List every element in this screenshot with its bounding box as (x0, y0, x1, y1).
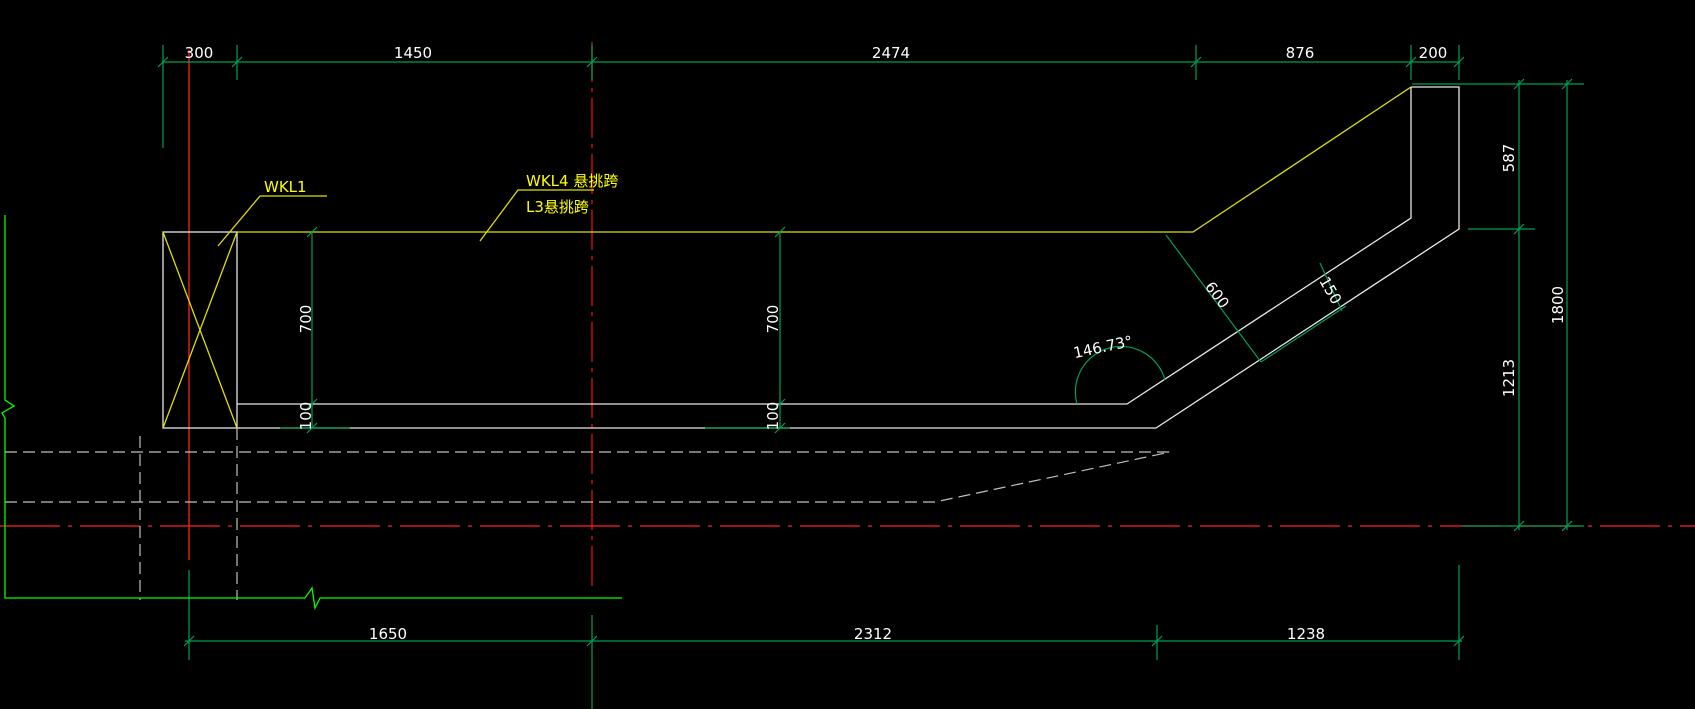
depth-text-left: 700 (297, 305, 315, 334)
beam-labels: WKL1 WKL4 悬挑跨 L3悬挑跨 (217, 172, 618, 247)
inner-depth-dimensions: 700 100 700 100 (280, 226, 790, 434)
wkl1-label: WKL1 (264, 178, 307, 196)
right-dim-1800: 1800 (1549, 286, 1567, 324)
wkl4-label: WKL4 悬挑跨 (526, 172, 618, 190)
right-dim-1213: 1213 (1500, 359, 1518, 397)
beam-outline (237, 86, 1460, 429)
top-dim-2474: 2474 (872, 44, 910, 62)
hidden-lines (5, 428, 1171, 600)
angle-text: 146.73° (1072, 332, 1134, 362)
top-dim-200: 200 (1419, 44, 1448, 62)
cad-drawing-canvas[interactable]: 300 1450 2474 876 200 1650 2312 1238 587… (0, 0, 1695, 709)
bottom-dimension-chain: 1650 2312 1238 (183, 565, 1465, 709)
depth-text-mid: 700 (764, 305, 782, 334)
right-dimension-chain: 587 1213 1800 (1412, 78, 1584, 532)
column-section (162, 231, 238, 429)
bottom-dim-2312: 2312 (854, 625, 892, 643)
dashed-line-lower (5, 451, 1171, 503)
top-dim-300: 300 (185, 44, 214, 62)
beam-outer-edge (237, 86, 1460, 429)
l3-label: L3悬挑跨 (526, 198, 589, 216)
cover-text-left: 100 (297, 402, 315, 431)
top-dimension-chain: 300 1450 2474 876 200 (157, 44, 1465, 148)
slope-offset-text: 150 (1315, 274, 1345, 308)
bottom-dim-1238: 1238 (1287, 625, 1325, 643)
bottom-dim-1650: 1650 (369, 625, 407, 643)
cover-text-mid: 100 (764, 402, 782, 431)
axis-lines (0, 42, 1695, 590)
beam-inner-edge (237, 87, 1412, 405)
right-dim-587: 587 (1500, 144, 1518, 173)
slope-offset-ext (1260, 305, 1347, 363)
slope-depth-text: 600 (1201, 278, 1233, 312)
top-dim-1450: 1450 (394, 44, 432, 62)
slope-dimensions: 600 150 146.73° (1072, 234, 1347, 405)
beam-top-edge (237, 86, 1412, 233)
top-dim-876: 876 (1286, 44, 1315, 62)
